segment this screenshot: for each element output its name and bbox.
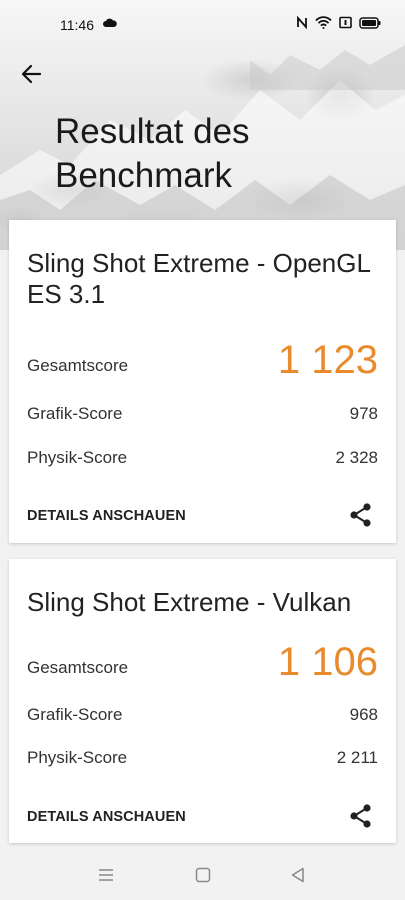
- details-button[interactable]: DETAILS ANSCHAUEN: [27, 809, 186, 825]
- menu-icon[interactable]: [97, 866, 115, 884]
- share-icon[interactable]: [348, 803, 374, 829]
- nfc-icon: [297, 16, 307, 29]
- total-score-label: Gesamtscore: [27, 356, 129, 375]
- physics-score-value: 2 211: [336, 748, 378, 767]
- details-button[interactable]: DETAILS ANSCHAUEN: [27, 508, 186, 524]
- graphics-score-label: Grafik-Score: [27, 705, 123, 724]
- cloud-icon: [103, 18, 117, 27]
- result-card-vulkan: Sling Shot Extreme - Vulkan Gesamtscore …: [9, 559, 396, 843]
- status-bar: 11:46: [0, 0, 405, 48]
- graphics-score-value: 978: [349, 404, 378, 423]
- home-square-icon[interactable]: [194, 866, 212, 884]
- result-card-opengl: Sling Shot Extreme - OpenGL ES 3.1 Gesam…: [9, 220, 396, 543]
- battery-icon: [359, 16, 381, 29]
- total-score-label: Gesamtscore: [27, 658, 129, 677]
- graphics-score-label: Grafik-Score: [27, 404, 123, 423]
- test-name: Sling Shot Extreme - OpenGL ES 3.1: [27, 248, 370, 309]
- page-title: Resultat des Benchmark: [55, 112, 250, 195]
- back-triangle-icon[interactable]: [289, 866, 307, 884]
- back-arrow-icon[interactable]: [18, 60, 46, 88]
- total-score-value: 1 106: [277, 640, 378, 684]
- total-score-value: 1 123: [277, 338, 378, 382]
- status-icons: [296, 16, 381, 29]
- physics-score-value: 2 328: [335, 448, 378, 467]
- physics-score-label: Physik-Score: [27, 748, 128, 767]
- system-nav-bar: [0, 852, 405, 900]
- test-name: Sling Shot Extreme - Vulkan: [27, 587, 352, 617]
- graphics-score-value: 968: [349, 705, 378, 724]
- wifi-icon: [315, 16, 332, 29]
- sim-icon: [339, 16, 352, 29]
- physics-score-label: Physik-Score: [27, 448, 128, 467]
- status-time: 11:46: [60, 17, 94, 33]
- share-icon[interactable]: [348, 502, 374, 528]
